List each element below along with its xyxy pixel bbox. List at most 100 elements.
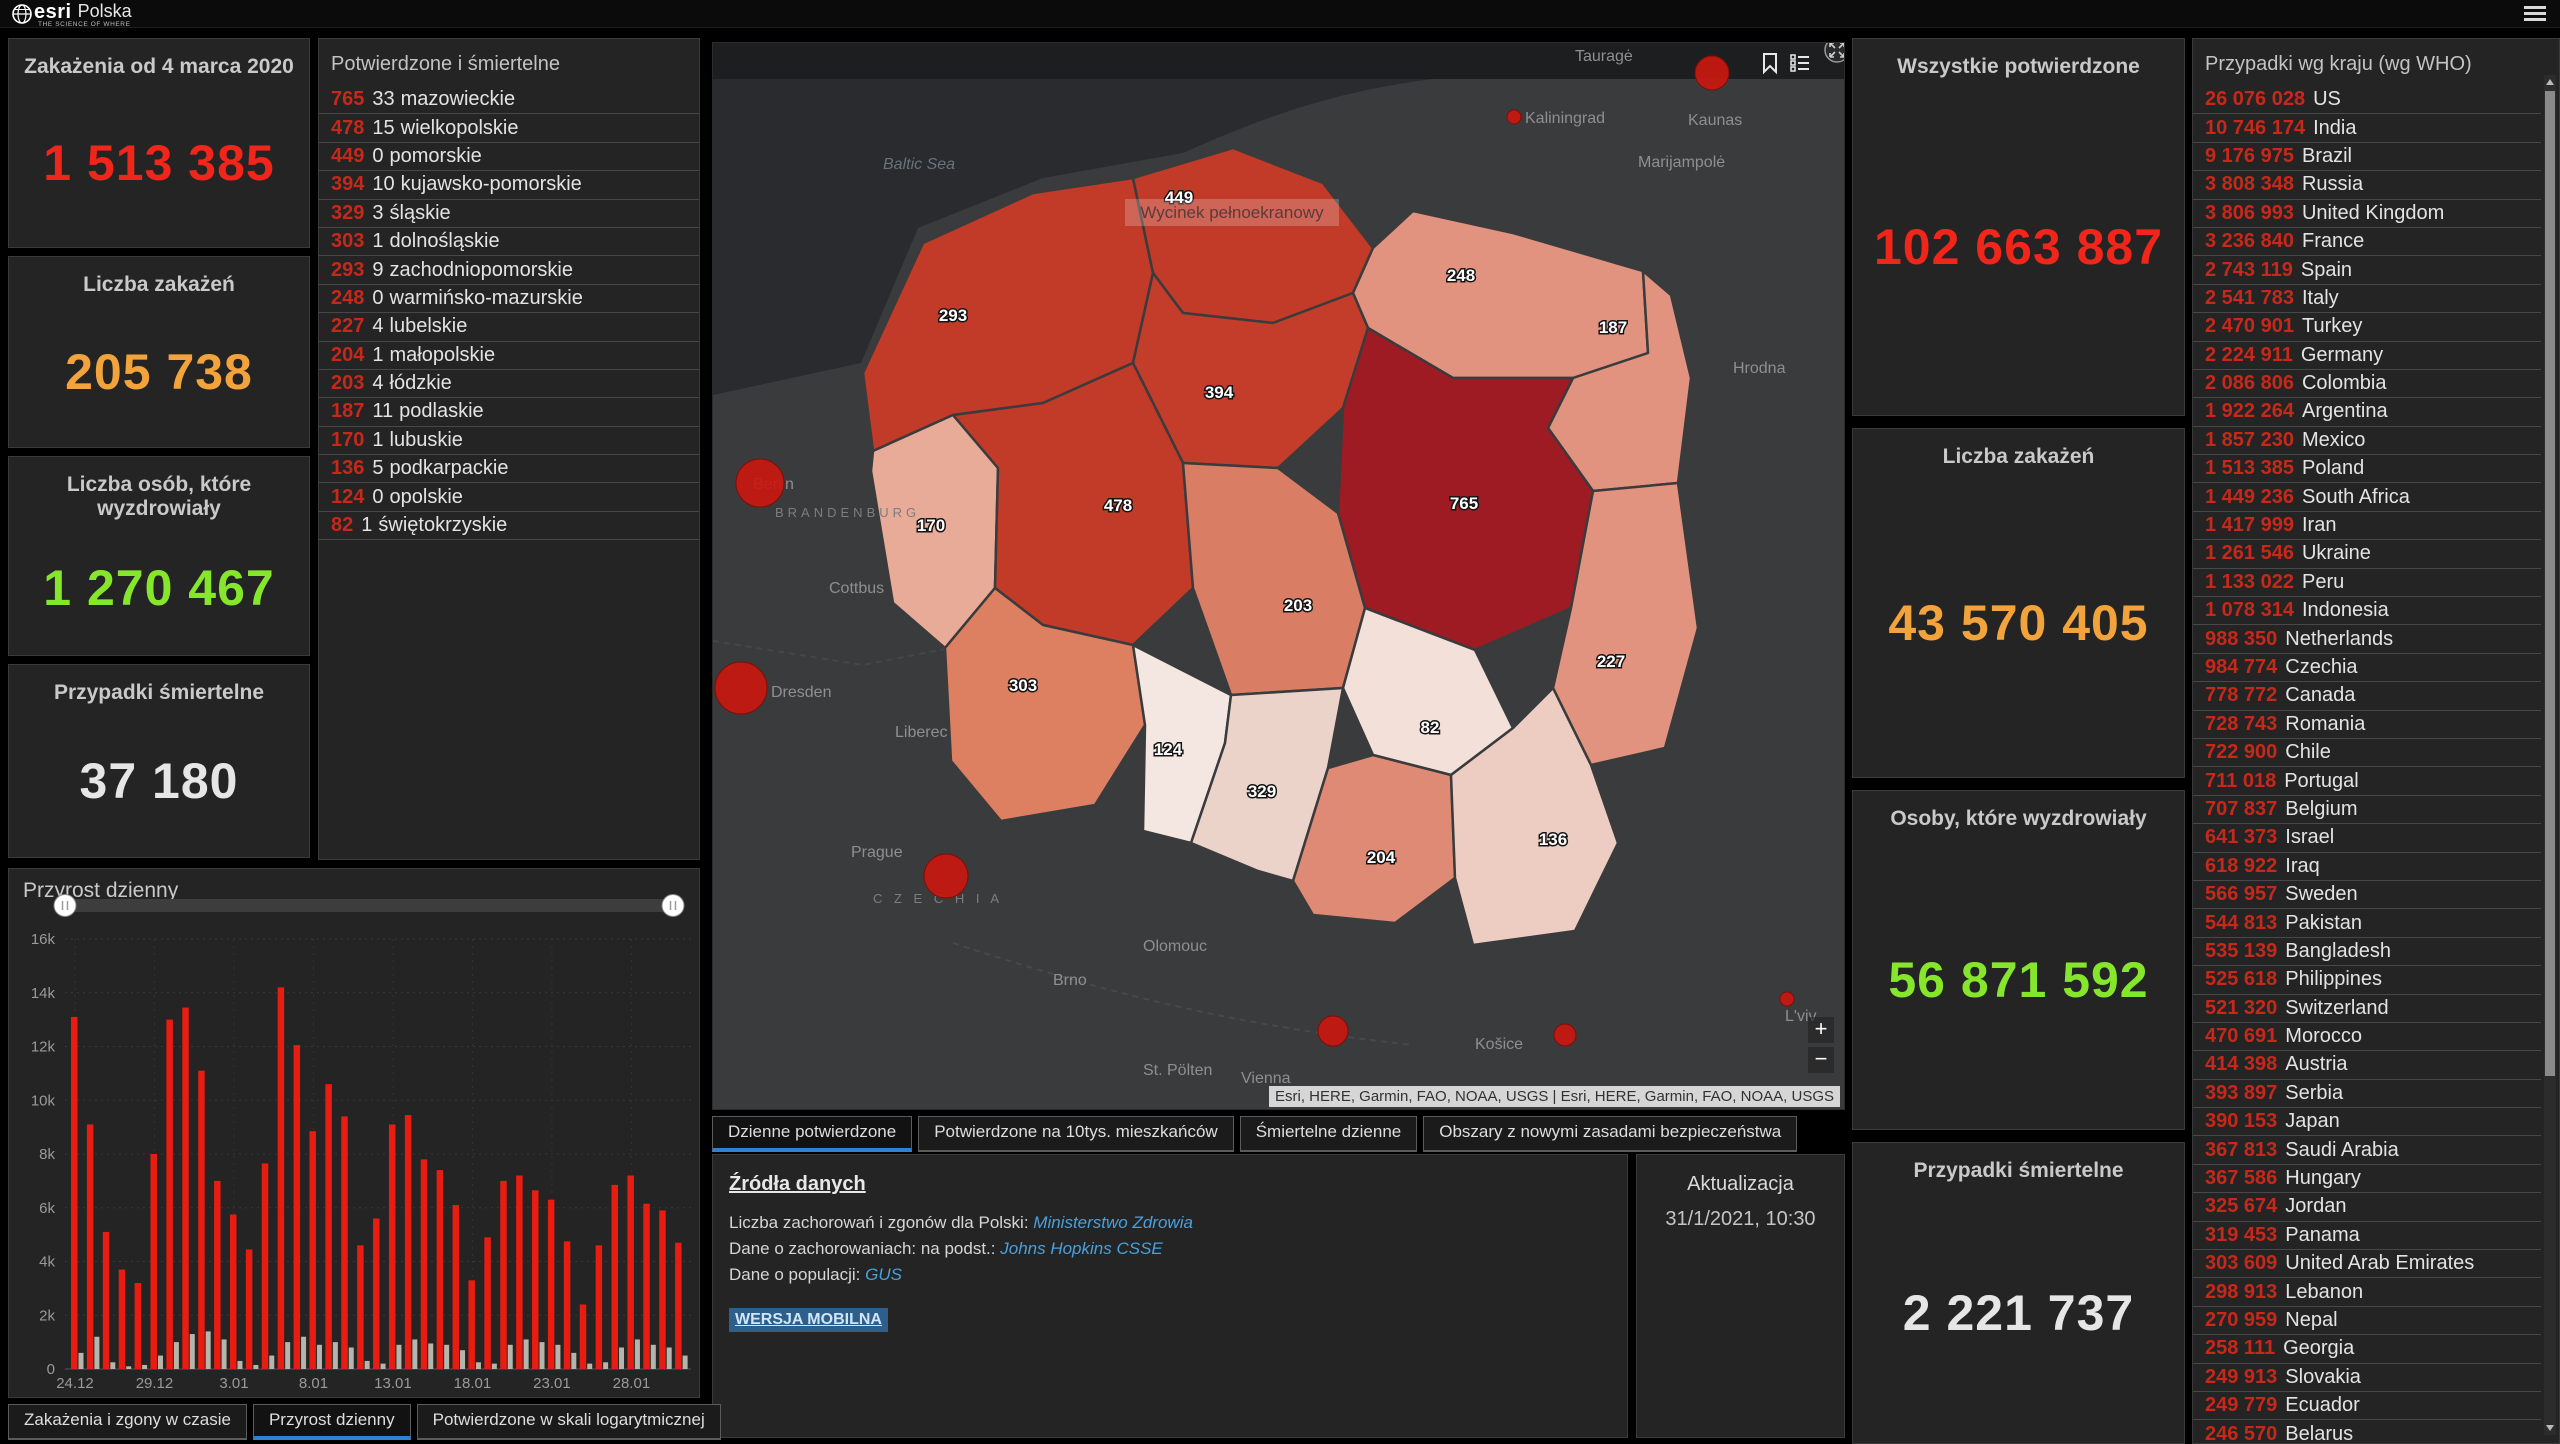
country-row[interactable]: 641 373 Israel: [2193, 824, 2541, 853]
voivodeship-row[interactable]: 329 3 śląskie: [319, 200, 699, 228]
country-row[interactable]: 9 176 975 Brazil: [2193, 143, 2541, 172]
bar-deaths[interactable]: [78, 1352, 84, 1369]
case-circle[interactable]: [1694, 55, 1730, 91]
bar-deaths[interactable]: [253, 1364, 259, 1369]
voivodeship-row[interactable]: 248 0 warmińsko-mazurskie: [319, 285, 699, 314]
bar-confirmed[interactable]: [579, 1304, 587, 1370]
country-list[interactable]: 26 076 028 US 10 746 174 India 9 176 975…: [2193, 86, 2559, 1443]
country-row[interactable]: 393 897 Serbia: [2193, 1080, 2541, 1109]
bar-confirmed[interactable]: [373, 1218, 380, 1370]
bar-confirmed[interactable]: [71, 1016, 78, 1369]
bar-confirmed[interactable]: [659, 1210, 666, 1369]
country-row[interactable]: 298 913 Lebanon: [2193, 1278, 2541, 1307]
voivodeship-row[interactable]: 478 15 wielkopolskie: [319, 114, 699, 143]
bar-confirmed[interactable]: [420, 1159, 428, 1369]
bar-deaths[interactable]: [619, 1347, 625, 1370]
bar-deaths[interactable]: [475, 1362, 481, 1369]
case-circle[interactable]: [923, 853, 969, 899]
voivodeship-row[interactable]: 227 4 lubelskie: [319, 313, 699, 342]
country-row[interactable]: 10 746 174 India: [2193, 114, 2541, 143]
country-row[interactable]: 1 857 230 Mexico: [2193, 427, 2541, 456]
voivodeship-row[interactable]: 394 10 kujawsko-pomorskie: [319, 171, 699, 200]
country-row[interactable]: 2 224 911 Germany: [2193, 342, 2541, 370]
bar-deaths[interactable]: [316, 1344, 322, 1369]
daily-increase-chart[interactable]: 0 2k 4k 6k 8k 10k 12k 14k 16k 24.12 29.12 3.01 8.01 1…: [9, 869, 699, 1397]
bar-confirmed[interactable]: [516, 1175, 523, 1370]
country-row[interactable]: 258 111 Georgia: [2193, 1335, 2541, 1364]
bar-confirmed[interactable]: [643, 1203, 650, 1369]
bar-confirmed[interactable]: [325, 1084, 332, 1369]
bar-deaths[interactable]: [650, 1344, 656, 1369]
country-row[interactable]: 2 743 119 Spain: [2193, 256, 2541, 285]
bar-deaths[interactable]: [94, 1336, 100, 1369]
country-row[interactable]: 414 398 Austria: [2193, 1051, 2541, 1080]
voivodeship-row[interactable]: 204 1 małopolskie: [319, 342, 699, 370]
voivodeship-row[interactable]: 124 0 opolskie: [319, 483, 699, 512]
bar-deaths[interactable]: [571, 1352, 577, 1369]
bar-deaths[interactable]: [110, 1362, 116, 1369]
bar-confirmed[interactable]: [611, 1184, 619, 1369]
bar-confirmed[interactable]: [214, 1180, 221, 1369]
voivodeship-row[interactable]: 203 4 łódzkie: [319, 370, 699, 399]
voivodeship-row[interactable]: 449 0 pomorskie: [319, 143, 699, 172]
country-row[interactable]: 988 350 Netherlands: [2193, 625, 2541, 654]
case-circle[interactable]: [1553, 1023, 1577, 1047]
chart-tab[interactable]: Potwierdzone w skali logarytmicznej: [416, 1404, 721, 1440]
country-row[interactable]: 1 513 385 Poland: [2193, 455, 2541, 484]
bar-deaths[interactable]: [523, 1339, 529, 1369]
scrollbar-thumb[interactable]: [2545, 91, 2555, 1076]
time-slider-handle[interactable]: [53, 894, 77, 917]
legend-list-icon[interactable]: [1788, 51, 1812, 75]
source-link[interactable]: Ministerstwo Zdrowia: [1033, 1213, 1193, 1232]
bar-deaths[interactable]: [173, 1342, 179, 1369]
country-row[interactable]: 3 808 348 Russia: [2193, 171, 2541, 200]
map-tab[interactable]: Śmiertelne dzienne: [1239, 1116, 1418, 1152]
bar-confirmed[interactable]: [404, 1115, 412, 1369]
bar-confirmed[interactable]: [309, 1131, 316, 1369]
bar-confirmed[interactable]: [500, 1180, 507, 1369]
country-row[interactable]: 303 609 United Arab Emirates: [2193, 1250, 2541, 1279]
bar-confirmed[interactable]: [341, 1116, 348, 1369]
chart-tab[interactable]: Przyrost dzienny: [252, 1404, 411, 1440]
case-circle[interactable]: [735, 458, 785, 508]
country-row[interactable]: 1 078 314 Indonesia: [2193, 597, 2541, 626]
bar-confirmed[interactable]: [86, 1124, 94, 1369]
country-row[interactable]: 618 922 Iraq: [2193, 853, 2541, 881]
bar-confirmed[interactable]: [627, 1175, 634, 1370]
country-row[interactable]: 1 417 999 Iran: [2193, 512, 2541, 541]
bar-confirmed[interactable]: [468, 1280, 475, 1369]
country-row[interactable]: 1 133 022 Peru: [2193, 569, 2541, 598]
bar-deaths[interactable]: [396, 1344, 402, 1369]
bar-deaths[interactable]: [301, 1336, 307, 1369]
bar-confirmed[interactable]: [563, 1241, 571, 1369]
country-row[interactable]: 2 086 806 Colombia: [2193, 370, 2541, 399]
fullscreen-expand-icon[interactable]: [1822, 43, 1844, 65]
bar-confirmed[interactable]: [436, 1170, 444, 1369]
case-circle[interactable]: [714, 661, 768, 715]
country-row[interactable]: 707 837 Belgium: [2193, 796, 2541, 825]
country-row[interactable]: 2 541 783 Italy: [2193, 285, 2541, 314]
source-link[interactable]: Johns Hopkins CSSE: [1000, 1239, 1163, 1258]
bar-confirmed[interactable]: [229, 1214, 237, 1369]
bar-deaths[interactable]: [285, 1342, 291, 1369]
bar-deaths[interactable]: [157, 1355, 163, 1369]
country-row[interactable]: 722 900 Chile: [2193, 739, 2541, 768]
country-row[interactable]: 778 772 Canada: [2193, 682, 2541, 711]
map-tab[interactable]: Dzienne potwierdzone: [712, 1116, 913, 1152]
country-row[interactable]: 246 570 Belarus: [2193, 1420, 2541, 1443]
bar-deaths[interactable]: [460, 1350, 466, 1369]
chart-tab[interactable]: Zakażenia i zgony w czasie: [8, 1404, 247, 1440]
bar-deaths[interactable]: [126, 1366, 132, 1369]
country-row[interactable]: 1 449 236 South Africa: [2193, 483, 2541, 512]
country-row[interactable]: 367 586 Hungary: [2193, 1165, 2541, 1194]
bar-confirmed[interactable]: [547, 1199, 555, 1369]
country-row[interactable]: 728 743 Romania: [2193, 711, 2541, 739]
voivodeship-row[interactable]: 82 1 świętokrzyskie: [319, 512, 699, 541]
map-tab[interactable]: Obszary z nowymi zasadami bezpieczeństwa: [1423, 1116, 1798, 1152]
country-row[interactable]: 367 813 Saudi Arabia: [2193, 1136, 2541, 1165]
country-row[interactable]: 521 320 Switzerland: [2193, 995, 2541, 1023]
bar-deaths[interactable]: [539, 1342, 545, 1369]
country-row[interactable]: 1 261 546 Ukraine: [2193, 540, 2541, 569]
bar-deaths[interactable]: [348, 1347, 354, 1370]
time-slider-handle[interactable]: [661, 894, 685, 917]
